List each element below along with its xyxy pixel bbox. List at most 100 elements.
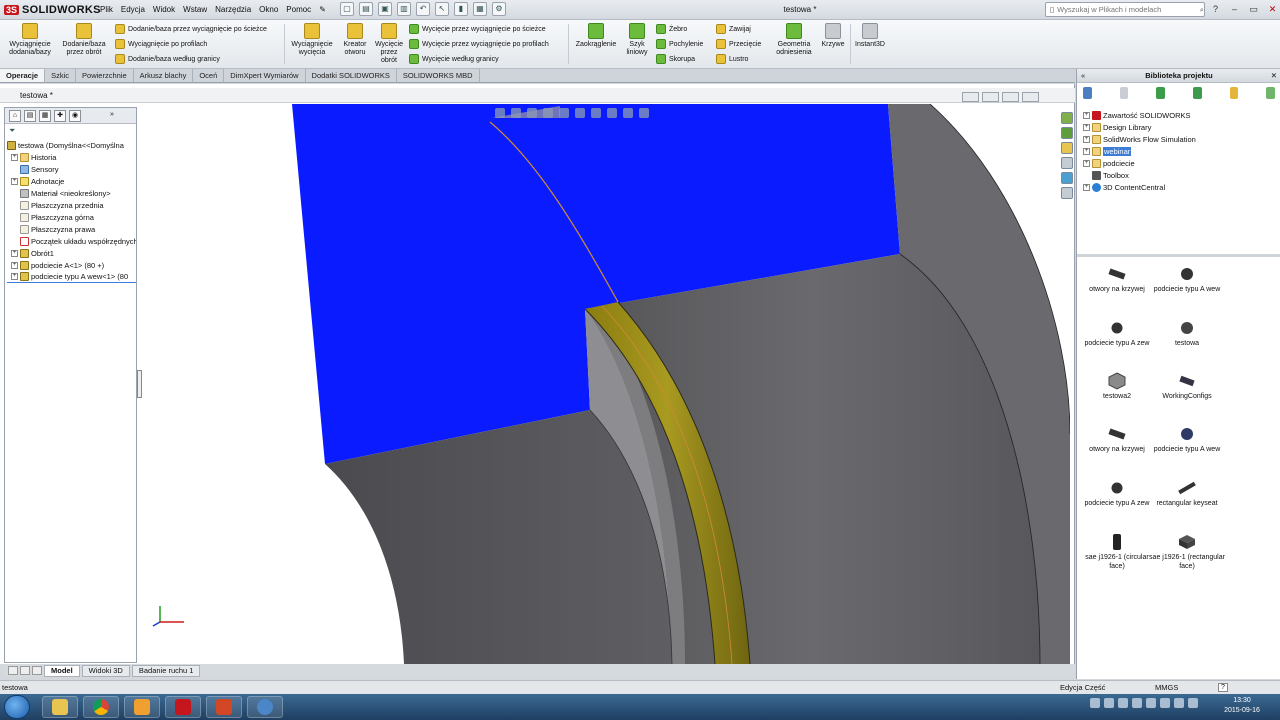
taskbar-solidworks[interactable] [165, 696, 201, 718]
resources-tab-icon[interactable] [1061, 112, 1073, 124]
expand-icon[interactable]: + [11, 261, 18, 269]
reference-geometry-button[interactable]: Geometria odniesienia [772, 23, 816, 57]
swept-boss-button[interactable]: Dodanie/baza przez wyciągnięcie po ścież… [115, 24, 267, 34]
library-tree-item[interactable]: Toolbox [1083, 169, 1273, 181]
library-tree-item-selected[interactable]: + webinar [1083, 145, 1273, 157]
tab-szkic[interactable]: Szkic [45, 69, 77, 82]
tree-item-material[interactable]: Materiał <nieokreślony> [7, 187, 136, 199]
library-tree-item[interactable]: + Zawartość SOLIDWORKS [1083, 109, 1273, 121]
tab-ocen[interactable]: Oceń [193, 69, 225, 82]
search-input[interactable] [1057, 5, 1197, 14]
file-explorer-tab-icon[interactable] [1061, 142, 1073, 154]
hole-wizard-button[interactable]: Kreator otworu [338, 23, 372, 57]
search-icon[interactable]: ⌕ [1200, 5, 1204, 15]
fillet-button[interactable]: Zaokrąglenie [572, 23, 620, 49]
taskbar-clock[interactable]: 13:30 2015-09-16 [1218, 696, 1266, 716]
close-panel-icon[interactable]: ✕ [1271, 69, 1277, 83]
tree-item-right-plane[interactable]: Płaszczyzna prawa [7, 223, 136, 235]
lofted-boss-button[interactable]: Wyciągnięcie po profilach [115, 39, 207, 49]
taskbar-chrome[interactable] [83, 696, 119, 718]
print-icon[interactable]: ▥ [397, 2, 411, 16]
swept-cut-button[interactable]: Wycięcie przez wyciągnięcie po ścieżce [409, 24, 546, 34]
expand-icon[interactable]: + [11, 249, 18, 257]
expand-icon[interactable]: + [1083, 159, 1090, 167]
volume-icon[interactable] [1174, 698, 1184, 708]
expand-tabs-icon[interactable]: » [106, 110, 118, 122]
tree-item-historia[interactable]: + Historia [7, 151, 136, 163]
search-scope-icon[interactable]: ▯ [1050, 5, 1054, 14]
menu-edycja[interactable]: Edycja [117, 0, 149, 20]
library-item[interactable]: podciecie typu A wew [1147, 425, 1227, 455]
edit-appearance-icon[interactable] [607, 108, 617, 118]
menu-okno[interactable]: Okno [255, 0, 282, 20]
close-button[interactable]: ✕ [1265, 2, 1280, 16]
tray-icon[interactable] [1104, 698, 1114, 708]
solidworks-logo[interactable]: 3S SOLIDWORKS [4, 2, 101, 18]
library-item[interactable]: podciecie typu A wew [1147, 265, 1227, 295]
view-orientation-icon[interactable] [559, 108, 569, 118]
library-item[interactable]: otwory na krzywej [1077, 265, 1157, 295]
property-manager-tab-icon[interactable]: ▤ [24, 110, 36, 122]
search-box[interactable]: ▯ ⌕ [1045, 2, 1205, 17]
minimize-button[interactable]: – [1227, 2, 1242, 16]
intersect-button[interactable]: Przecięcie [716, 39, 761, 49]
tab-dodatki[interactable]: Dodatki SOLIDWORKS [306, 69, 397, 82]
instant3d-button[interactable]: Instant3D [852, 23, 888, 49]
rebuild-icon[interactable]: ▮ [454, 2, 468, 16]
lofted-cut-button[interactable]: Wycięcie przez wyciągnięcie po profilach [409, 39, 549, 49]
save-icon[interactable]: ▣ [378, 2, 392, 16]
panel-splitter-handle[interactable] [137, 370, 142, 398]
new-document-icon[interactable]: ▢ [340, 2, 354, 16]
design-library-tab-icon[interactable] [1061, 127, 1073, 139]
viewport-close-button[interactable] [1022, 92, 1039, 102]
library-tree-item[interactable]: + 3D ContentCentral [1083, 181, 1273, 193]
expand-icon[interactable]: + [11, 153, 18, 161]
tab-scroll-end-icon[interactable] [32, 666, 42, 675]
menu-pomoc[interactable]: Pomoc [282, 0, 315, 20]
tree-item-front-plane[interactable]: Płaszczyzna przednia [7, 199, 136, 211]
boundary-cut-button[interactable]: Wycięcie według granicy [409, 54, 499, 64]
hide-show-items-icon[interactable] [591, 108, 601, 118]
tray-icon[interactable] [1090, 698, 1100, 708]
expand-icon[interactable]: + [11, 177, 18, 185]
tab-badanie-ruchu[interactable]: Badanie ruchu 1 [131, 664, 201, 677]
extruded-boss-button[interactable]: Wyciągnięcie dodania/bazy [6, 23, 54, 57]
undo-icon[interactable]: ↶ [416, 2, 430, 16]
viewport-tile-button[interactable] [1002, 92, 1019, 102]
revolved-boss-button[interactable]: Dodanie/baza przez obrót [58, 23, 110, 57]
tab-dimxpert[interactable]: DimXpert Wymiarów [224, 69, 306, 82]
expand-icon[interactable]: + [1083, 135, 1090, 143]
expand-icon[interactable]: + [1083, 111, 1090, 119]
collapse-panel-icon[interactable]: « [1081, 69, 1085, 83]
viewport-restore-button[interactable] [982, 92, 999, 102]
previous-view-icon[interactable] [527, 108, 537, 118]
mirror-button[interactable]: Lustro [716, 54, 748, 64]
library-item[interactable]: rectangular keyseat [1147, 479, 1227, 509]
select-icon[interactable]: ↖ [435, 2, 449, 16]
library-pane-divider[interactable] [1077, 254, 1280, 257]
options-icon[interactable]: ⚙ [492, 2, 506, 16]
document-name[interactable]: testowa * [20, 91, 53, 100]
wrap-button[interactable]: Zawijaj [716, 24, 751, 34]
display-manager-tab-icon[interactable]: ◉ [69, 110, 81, 122]
apply-scene-icon[interactable] [623, 108, 633, 118]
expand-icon[interactable]: + [11, 273, 18, 280]
dimxpert-manager-tab-icon[interactable]: ✚ [54, 110, 66, 122]
rib-button[interactable]: Żebro [656, 24, 687, 34]
tree-item-origin[interactable]: Początek układu współrzędnych [7, 235, 136, 247]
view-settings-icon[interactable] [639, 108, 649, 118]
library-tree-item[interactable]: + Design Library [1083, 121, 1273, 133]
tab-arkusz-blachy[interactable]: Arkusz blachy [134, 69, 194, 82]
pin-icon[interactable]: ✎ [315, 0, 330, 20]
open-folder-icon[interactable]: ▤ [359, 2, 373, 16]
shell-button[interactable]: Skorupa [656, 54, 695, 64]
curves-button[interactable]: Krzywe [818, 23, 848, 49]
tree-item-adnotacje[interactable]: + Adnotacje [7, 175, 136, 187]
zoom-to-fit-icon[interactable] [495, 108, 505, 118]
boundary-boss-button[interactable]: Dodanie/baza według granicy [115, 54, 220, 64]
tree-item-sensory[interactable]: Sensory [7, 163, 136, 175]
revolved-cut-button[interactable]: Wycięcie przez obrót [372, 23, 406, 65]
feature-manager-tab-icon[interactable]: ⌂ [9, 110, 21, 122]
taskbar-powerpoint[interactable] [206, 696, 242, 718]
section-view-icon[interactable] [543, 108, 553, 118]
